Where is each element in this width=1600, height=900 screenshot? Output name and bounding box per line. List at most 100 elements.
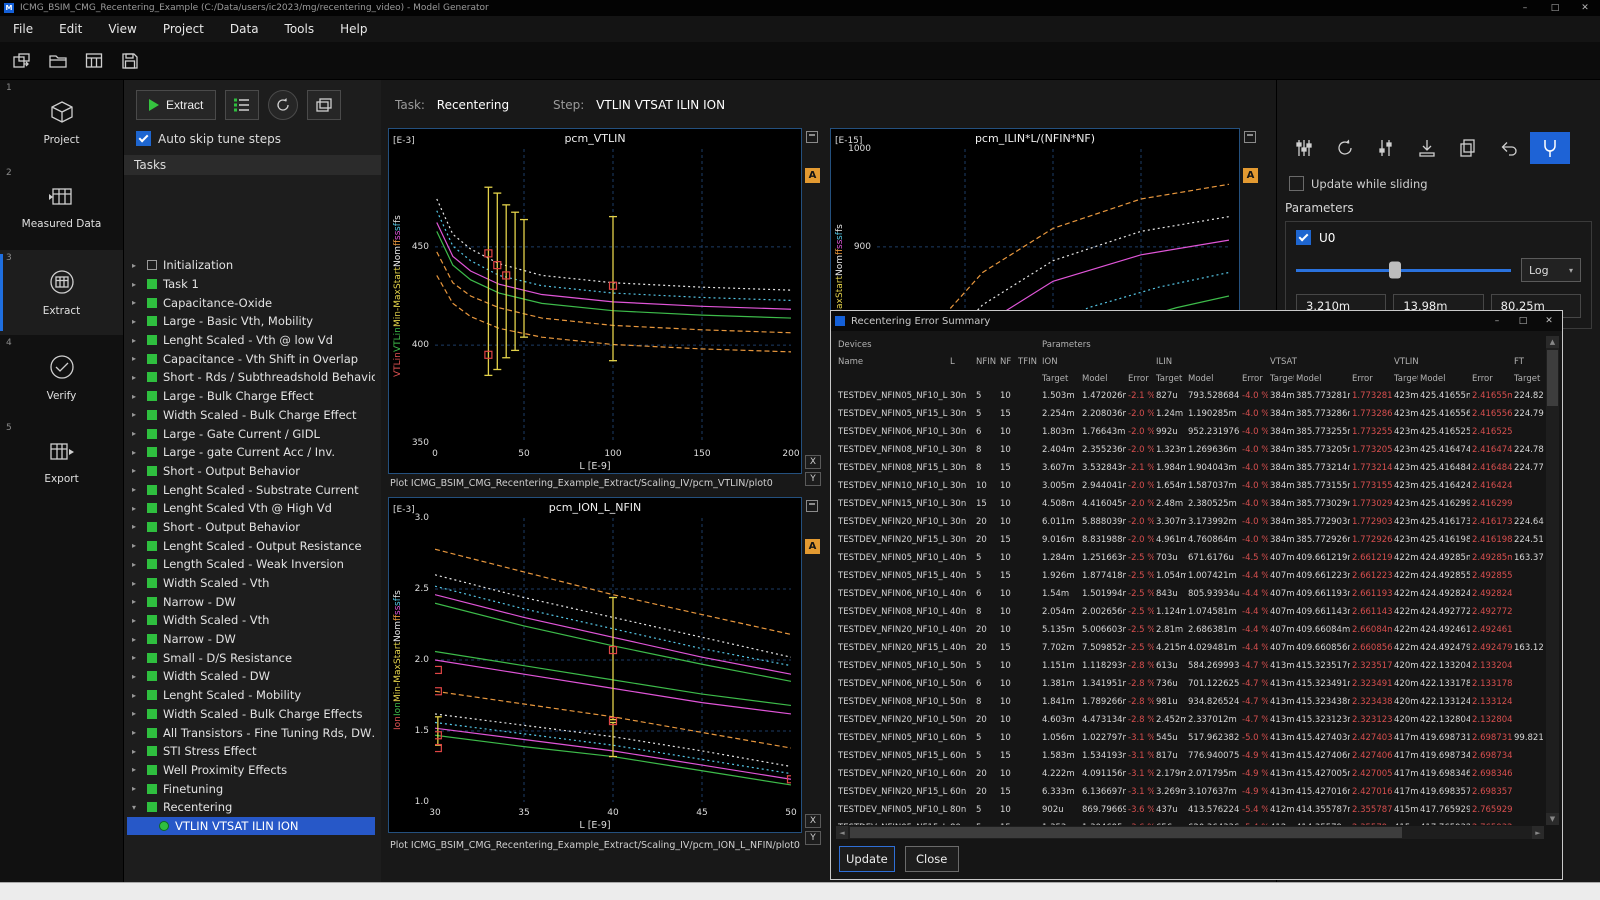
table-row[interactable]: TESTDEV_NFIN08_NF10_L0p0330n8102.404m2.3… xyxy=(836,441,1544,459)
minimize-button[interactable]: – xyxy=(1510,0,1540,16)
task-row[interactable]: ▸All Transistors - Fine Tuning Rds, DW… xyxy=(127,723,375,742)
chevron-right-icon[interactable]: ▸ xyxy=(132,485,141,494)
tune-icon[interactable] xyxy=(1366,132,1406,164)
dialog-maximize-button[interactable]: □ xyxy=(1510,311,1536,331)
maximize-plot-icon[interactable] xyxy=(806,500,818,512)
dialog-close-button[interactable]: ✕ xyxy=(1536,311,1562,331)
plot-pcm-vtlin[interactable]: pcm_VTLIN VTLin VTLin Min-Max Start Nom … xyxy=(388,128,802,474)
sub-column-header[interactable]: Error xyxy=(1126,370,1154,387)
chevron-right-icon[interactable]: ▸ xyxy=(132,392,141,401)
table-row[interactable]: TESTDEV_NFIN05_NF15_L0p0330n5152.254m2.2… xyxy=(836,405,1544,423)
scrollbar-thumb[interactable] xyxy=(1547,350,1558,406)
chevron-right-icon[interactable]: ▸ xyxy=(132,336,141,345)
scroll-right-icon[interactable]: ► xyxy=(1532,826,1544,839)
error-summary-table[interactable]: DevicesParametersNameLNFINNFTFINIONILINV… xyxy=(836,336,1544,825)
chevron-right-icon[interactable]: ▸ xyxy=(132,616,141,625)
table-row[interactable]: TESTDEV_NFIN08_NF10_L0p0440n8102.054m2.0… xyxy=(836,603,1544,621)
task-row[interactable]: ▸Length Scaled - Weak Inversion xyxy=(127,555,375,574)
verify-params-icon[interactable] xyxy=(1407,132,1447,164)
maximize-plot-icon[interactable] xyxy=(1244,131,1256,143)
chevron-right-icon[interactable]: ▸ xyxy=(132,280,141,289)
sub-column-header[interactable]: Target xyxy=(1392,370,1418,387)
chevron-right-icon[interactable]: ▸ xyxy=(132,579,141,588)
x-axis-button[interactable]: X xyxy=(805,814,821,828)
chevron-right-icon[interactable]: ▸ xyxy=(132,597,141,606)
chevron-down-icon[interactable]: ▾ xyxy=(132,803,141,812)
chevron-right-icon[interactable]: ▸ xyxy=(132,560,141,569)
chevron-right-icon[interactable]: ▸ xyxy=(132,466,141,475)
sub-column-header[interactable]: Model xyxy=(1418,370,1470,387)
plot-canvas[interactable]: [E-3] 3.02.52.01.51.03035404550 xyxy=(435,518,791,802)
tuner-icon[interactable] xyxy=(1530,132,1570,164)
table-row[interactable]: TESTDEV_NFIN05_NF15_L0p0660n5151.583m1.5… xyxy=(836,747,1544,765)
chevron-right-icon[interactable]: ▸ xyxy=(132,672,141,681)
sub-column-header[interactable]: Model xyxy=(1080,370,1126,387)
menu-item-view[interactable]: View xyxy=(95,22,149,36)
task-row[interactable]: ▸Initialization xyxy=(127,256,375,275)
maximize-button[interactable]: □ xyxy=(1540,0,1570,16)
task-row[interactable]: ▸Lenght Scaled - Vth @ low Vd xyxy=(127,331,375,350)
plot-canvas[interactable]: [E-3] 450400350050100150200 xyxy=(435,149,791,443)
chevron-right-icon[interactable]: ▸ xyxy=(132,410,141,419)
task-row[interactable]: ▸Short - Output Behavior xyxy=(127,462,375,481)
chevron-right-icon[interactable]: ▸ xyxy=(132,541,141,550)
task-row[interactable]: ▸Large - Gate Current / GIDL xyxy=(127,424,375,443)
table-row[interactable]: TESTDEV_NFIN05_NF10_L0p0330n5101.503m1.4… xyxy=(836,387,1544,405)
u0-checkbox[interactable] xyxy=(1296,230,1311,245)
chevron-right-icon[interactable]: ▸ xyxy=(132,765,141,774)
task-row[interactable]: ▸Lenght Scaled Vth @ High Vd xyxy=(127,499,375,518)
column-header[interactable]: NFIN xyxy=(974,353,998,370)
scale-dropdown[interactable]: Log ▾ xyxy=(1521,258,1581,282)
task-row[interactable]: ▸Lenght Scaled - Output Resistance xyxy=(127,536,375,555)
task-list-icon[interactable] xyxy=(225,90,259,120)
menu-item-data[interactable]: Data xyxy=(217,22,272,36)
reset-params-icon[interactable] xyxy=(1325,132,1365,164)
task-row[interactable]: ▸STI Stress Effect xyxy=(127,742,375,761)
sidebar-item-measured-data[interactable]: 2 Measured Data xyxy=(0,165,123,250)
table-row[interactable]: TESTDEV_NFIN06_NF10_L0p0330n6101.803m1.7… xyxy=(836,423,1544,441)
table-row[interactable]: TESTDEV_NFIN08_NF15_L0p0330n8153.607m3.5… xyxy=(836,459,1544,477)
table-row[interactable]: TESTDEV_NFIN20_NF10_L0p0330n20106.011m5.… xyxy=(836,513,1544,531)
extract-run-button[interactable]: Extract xyxy=(136,90,216,120)
y-axis-button[interactable]: Y xyxy=(805,472,821,486)
task-row[interactable]: ▸Short - Output Behavior xyxy=(127,518,375,537)
task-step-row[interactable]: VTLIN VTSAT ILIN ION xyxy=(127,817,375,836)
menu-item-edit[interactable]: Edit xyxy=(46,22,95,36)
table-row[interactable]: TESTDEV_NFIN20_NF15_L0p0660n20156.333m6.… xyxy=(836,783,1544,801)
table-row[interactable]: TESTDEV_NFIN20_NF10_L0p0440n20105.135m5.… xyxy=(836,621,1544,639)
cascade-windows-icon[interactable] xyxy=(307,90,341,120)
table-row[interactable]: TESTDEV_NFIN05_NF10_L0p0550n5101.151m1.1… xyxy=(836,657,1544,675)
sub-column-header[interactable]: Error xyxy=(1240,370,1268,387)
vertical-scrollbar[interactable]: ▲ ▼ xyxy=(1546,336,1559,825)
open-project-icon[interactable] xyxy=(46,49,70,73)
settings-grid-icon[interactable] xyxy=(82,49,106,73)
chevron-right-icon[interactable]: ▸ xyxy=(132,429,141,438)
table-row[interactable]: TESTDEV_NFIN20_NF15_L0p0330n20159.016m8.… xyxy=(836,531,1544,549)
refresh-icon[interactable] xyxy=(268,90,298,120)
menu-item-tools[interactable]: Tools xyxy=(272,22,328,36)
plot-pcm-ion[interactable]: pcm_ION_L_NFIN Ion Ion Min-Max Start Nom… xyxy=(388,497,802,833)
table-row[interactable]: TESTDEV_NFIN05_NF15_L0p0440n5151.926m1.8… xyxy=(836,567,1544,585)
task-row[interactable]: ▸Narrow - DW xyxy=(127,630,375,649)
task-row[interactable]: ▸Small - D/S Resistance xyxy=(127,648,375,667)
menu-item-help[interactable]: Help xyxy=(327,22,380,36)
autoscale-button[interactable]: A xyxy=(1243,168,1258,183)
task-row[interactable]: ▸Capacitance - Vth Shift in Overlap xyxy=(127,349,375,368)
dialog-title-bar[interactable]: Recentering Error Summary – □ ✕ xyxy=(831,311,1562,331)
sub-column-header[interactable]: Target xyxy=(1512,370,1544,387)
auto-skip-checkbox[interactable] xyxy=(136,131,151,146)
task-row[interactable]: ▸Lenght Scaled - Mobility xyxy=(127,686,375,705)
table-row[interactable]: TESTDEV_NFIN05_NF10_L0p0660n5101.056m1.0… xyxy=(836,729,1544,747)
task-row[interactable]: ▸Width Scaled - DW xyxy=(127,667,375,686)
column-header[interactable]: Name xyxy=(836,353,948,370)
task-row[interactable]: ▸Narrow - DW xyxy=(127,592,375,611)
table-row[interactable]: TESTDEV_NFIN05_NF10_L0p0880n510902u869.7… xyxy=(836,801,1544,819)
chevron-right-icon[interactable]: ▸ xyxy=(132,373,141,382)
task-row[interactable]: ▸Large - gate Current Acc / Inv. xyxy=(127,443,375,462)
table-row[interactable]: TESTDEV_NFIN10_NF10_L0p0330n10103.005m2.… xyxy=(836,477,1544,495)
chevron-right-icon[interactable]: ▸ xyxy=(132,709,141,718)
chevron-right-icon[interactable]: ▸ xyxy=(132,635,141,644)
scroll-left-icon[interactable]: ◄ xyxy=(836,826,848,839)
save-icon[interactable] xyxy=(118,49,142,73)
sidebar-item-extract[interactable]: 3 Extract xyxy=(0,250,123,335)
